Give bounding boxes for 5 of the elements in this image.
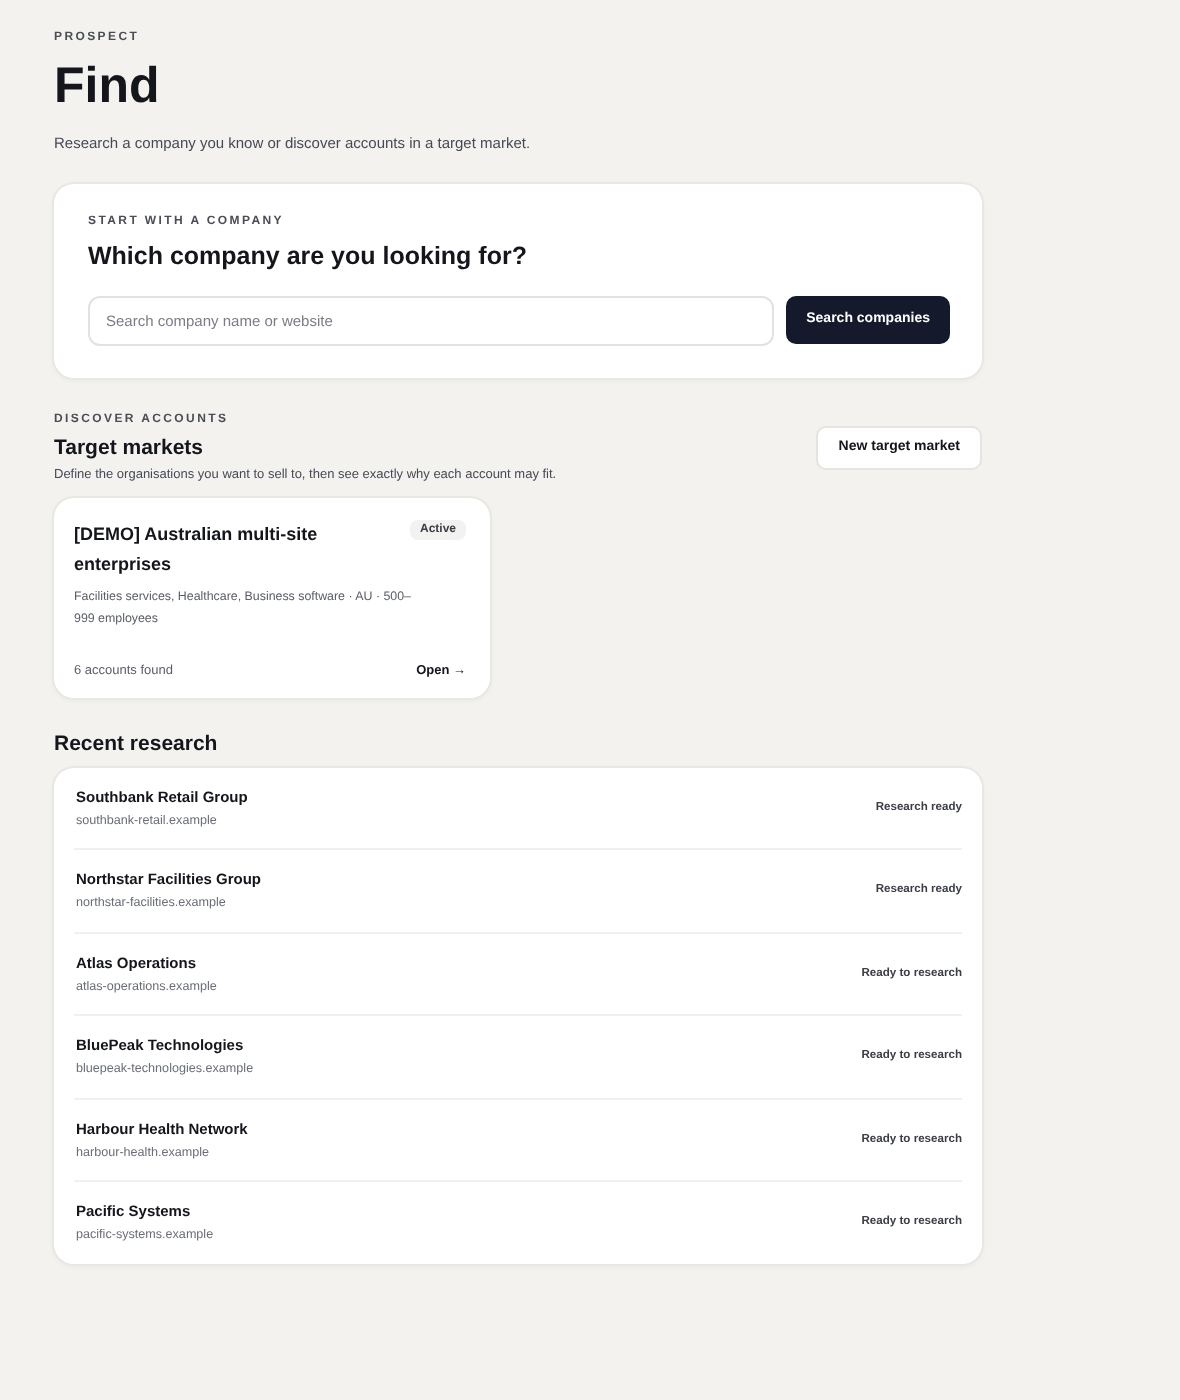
page-title: Find <box>54 60 162 115</box>
card-title: Which company are you looking for? <box>88 241 529 269</box>
section-title: Recent research <box>54 731 220 755</box>
market-name: [DEMO] Australian multi-site enterprises <box>74 521 320 578</box>
section-title: Target markets <box>54 435 206 459</box>
